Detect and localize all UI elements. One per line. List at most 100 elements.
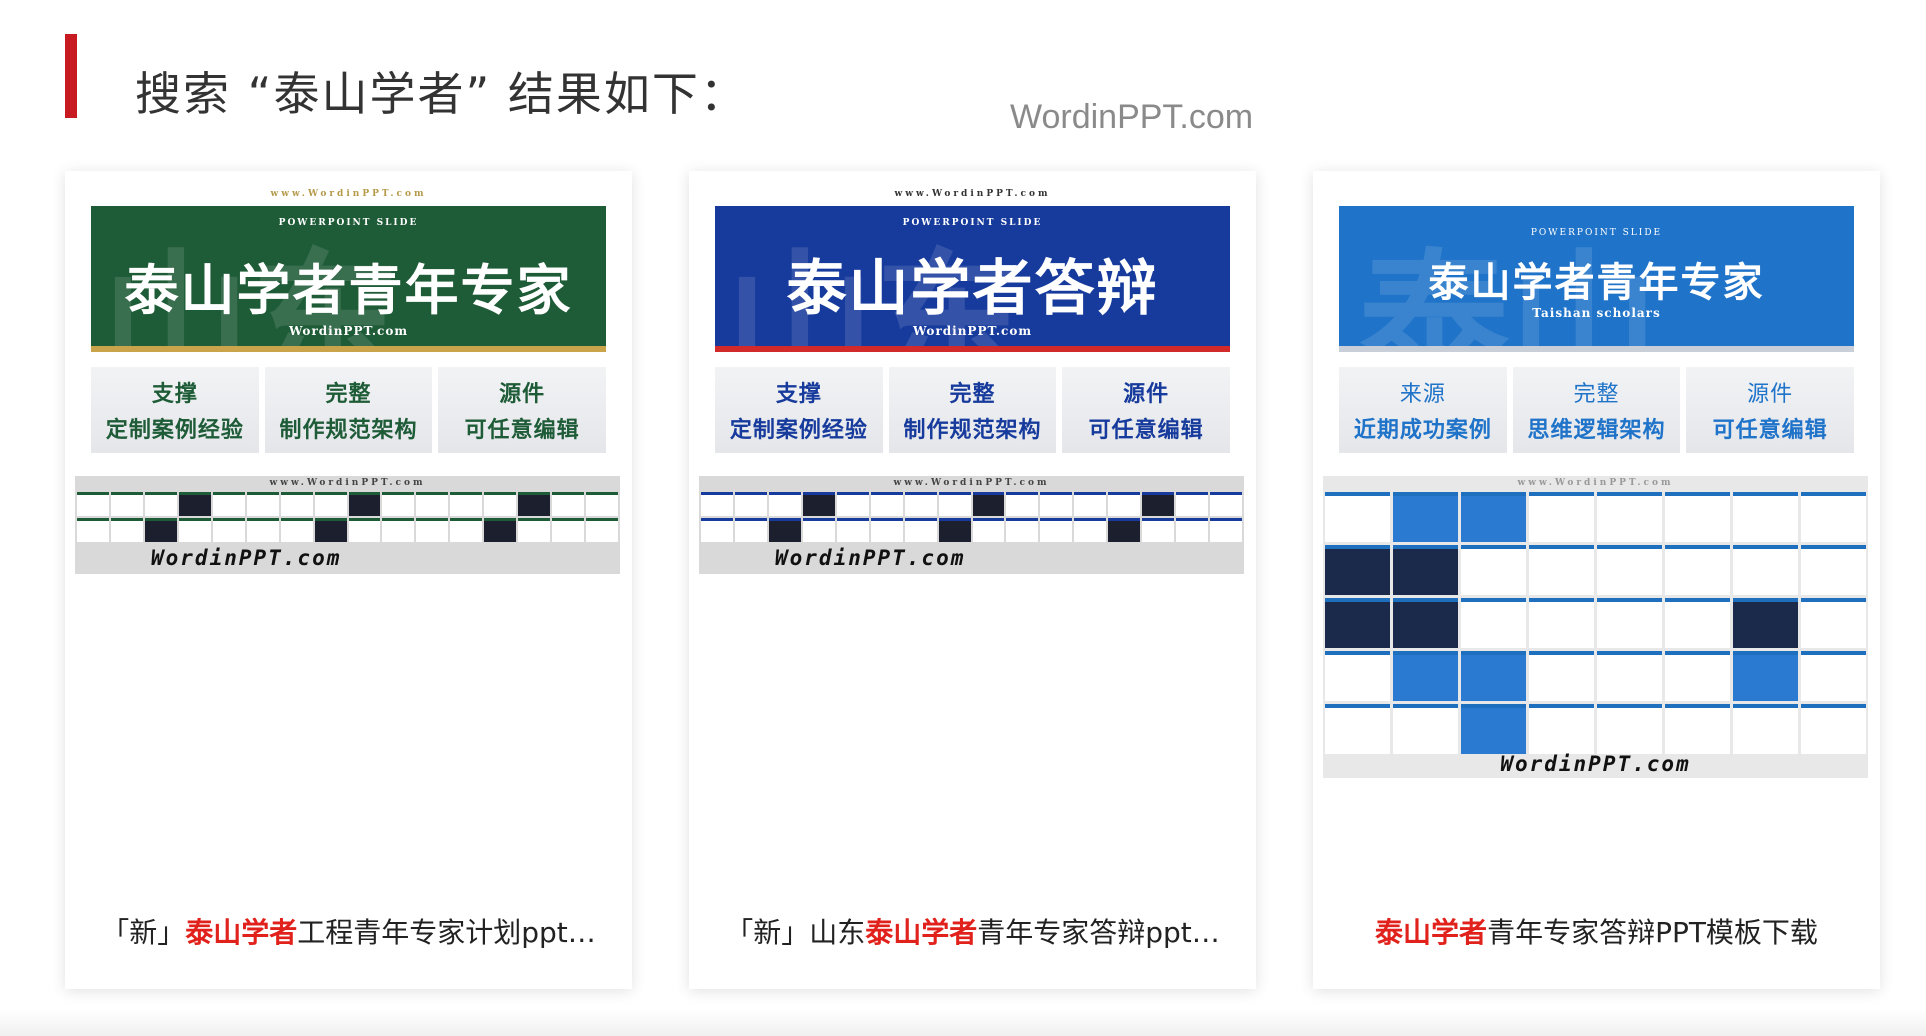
feature-box: 完整 制作规范架构 bbox=[888, 367, 1057, 453]
slide-thumbnail bbox=[1142, 492, 1175, 516]
slide-thumbnail bbox=[1142, 518, 1175, 542]
feature-title: 支撑 bbox=[151, 381, 198, 407]
feature-desc: 思维逻辑架构 bbox=[1527, 417, 1666, 443]
feature-title: 源件 bbox=[499, 381, 546, 407]
feature-desc: 可任意编辑 bbox=[1712, 417, 1828, 443]
card-banner: 山东 POWERPOINT SLIDE 泰山学者青年专家 WordinPPT.c… bbox=[91, 206, 606, 346]
slide-thumbnail bbox=[1325, 598, 1390, 648]
slide-thumbnail bbox=[314, 492, 347, 516]
slide-thumbnail bbox=[1801, 545, 1866, 595]
slide-thumbnail bbox=[484, 492, 517, 516]
slide-thumbnail bbox=[586, 492, 618, 516]
page: 搜索 “泰山学者” 结果如下： WordinPPT.com www.Wordin… bbox=[0, 0, 1926, 1036]
strip-site-label: www.WordinPPT.com bbox=[269, 478, 426, 488]
banner-stripe bbox=[1339, 346, 1854, 352]
slide-thumbnail bbox=[938, 518, 971, 542]
slide-thumbnail bbox=[1733, 598, 1798, 648]
slide-thumbnail bbox=[416, 518, 449, 542]
slide-thumbnail bbox=[1597, 598, 1662, 648]
banner-title: 泰山学者青年专家 bbox=[124, 258, 573, 322]
banner-small-label: POWERPOINT SLIDE bbox=[1530, 228, 1663, 238]
slide-thumbnail bbox=[1006, 518, 1039, 542]
slide-thumbnail bbox=[280, 518, 313, 542]
slide-thumbnail bbox=[1325, 545, 1390, 595]
slide-thumbnail bbox=[1665, 492, 1730, 542]
slide-thumbnail bbox=[212, 492, 245, 516]
slide-thumbnail bbox=[802, 492, 835, 516]
slide-thumbnail bbox=[1733, 492, 1798, 542]
banner-stripe bbox=[715, 346, 1230, 352]
slide-thumbnail bbox=[1461, 704, 1526, 754]
caption-highlight: 泰山学者 bbox=[185, 916, 298, 949]
slide-thumbnail bbox=[870, 518, 903, 542]
caption-highlight: 泰山学者 bbox=[1375, 916, 1488, 949]
card-caption[interactable]: 「新」泰山学者工程青年专家计划ppt… bbox=[65, 911, 632, 951]
slide-thumbnail bbox=[348, 492, 381, 516]
caption-prefix: 「新」山东 bbox=[725, 916, 866, 949]
card-banner: 泰山 POWERPOINT SLIDE 泰山学者青年专家 Taishan sch… bbox=[1339, 206, 1854, 346]
feature-title: 完整 bbox=[949, 381, 996, 407]
slide-thumbnail bbox=[280, 492, 313, 516]
slide-thumbnail bbox=[1325, 651, 1390, 701]
slide-thumbnail bbox=[972, 518, 1005, 542]
slide-thumbnail bbox=[1665, 598, 1730, 648]
slide-thumbnail bbox=[1108, 492, 1141, 516]
caption-prefix: 「新」 bbox=[101, 916, 186, 949]
banner-stripe bbox=[91, 346, 606, 352]
slide-thumbnail bbox=[1529, 545, 1594, 595]
slide-thumbnail bbox=[1461, 492, 1526, 542]
slide-thumbnail bbox=[552, 492, 585, 516]
slide-thumbnail bbox=[1529, 704, 1594, 754]
slide-thumbnail bbox=[1074, 492, 1107, 516]
feature-row: 支撑 定制案例经验 完整 制作规范架构 源件 可任意编辑 bbox=[91, 367, 607, 453]
slide-thumbnail bbox=[836, 492, 869, 516]
caption-suffix: 工程青年专家计划ppt… bbox=[297, 916, 596, 949]
slide-thumbnail bbox=[938, 492, 971, 516]
accent-bar bbox=[65, 34, 77, 118]
feature-title: 支撑 bbox=[775, 381, 822, 407]
slide-thumbnail bbox=[586, 518, 618, 542]
feature-desc: 制作规范架构 bbox=[279, 417, 418, 443]
slide-thumbnail bbox=[484, 518, 517, 542]
slide-thumbnail bbox=[836, 518, 869, 542]
slide-thumbnail bbox=[1210, 492, 1242, 516]
card-caption[interactable]: 「新」山东泰山学者青年专家答辩ppt… bbox=[689, 911, 1256, 951]
slide-thumbnail bbox=[734, 492, 767, 516]
feature-title: 源件 bbox=[1747, 382, 1794, 407]
caption-highlight: 泰山学者 bbox=[865, 916, 978, 949]
feature-box: 支撑 定制案例经验 bbox=[715, 367, 883, 453]
watermark: WordinPPT.com bbox=[1010, 98, 1254, 136]
page-title: 搜索 “泰山学者” 结果如下： bbox=[135, 67, 748, 121]
feature-desc: 制作规范架构 bbox=[903, 417, 1042, 443]
banner-title: 泰山学者答辩 bbox=[786, 254, 1159, 324]
banner-sub: WordinPPT.com bbox=[912, 324, 1033, 338]
result-card-2[interactable]: 泰山 POWERPOINT SLIDE 泰山学者青年专家 Taishan sch… bbox=[1313, 171, 1880, 989]
slide-thumbnail bbox=[1393, 492, 1458, 542]
slide-thumbnail bbox=[246, 492, 279, 516]
feature-box: 完整 思维逻辑架构 bbox=[1512, 367, 1681, 453]
slide-thumbnail bbox=[802, 518, 835, 542]
slide-thumbnail bbox=[518, 518, 551, 542]
slide-thumbnail bbox=[904, 492, 937, 516]
slide-thumbnail bbox=[1006, 492, 1039, 516]
slide-thumbnail bbox=[1393, 651, 1458, 701]
strip-site-label: www.WordinPPT.com bbox=[893, 478, 1050, 488]
banner-title: 泰山学者青年专家 bbox=[1428, 259, 1765, 306]
slide-thumbnail bbox=[1597, 545, 1662, 595]
result-card-0[interactable]: www.WordinPPT.com 山东 POWERPOINT SLIDE 泰山… bbox=[65, 171, 632, 989]
slide-thumbnail bbox=[1529, 598, 1594, 648]
result-card-1[interactable]: www.WordinPPT.com 山东 POWERPOINT SLIDE 泰山… bbox=[689, 171, 1256, 989]
banner-sub: WordinPPT.com bbox=[288, 324, 409, 338]
grid-watermark: WordinPPT.com bbox=[1500, 752, 1691, 776]
strip-watermark: WordinPPT.com bbox=[151, 546, 342, 570]
slide-thumbnail bbox=[552, 518, 585, 542]
card-caption[interactable]: 泰山学者青年专家答辩PPT模板下载 bbox=[1313, 911, 1880, 951]
slide-thumbnail bbox=[450, 518, 483, 542]
slide-thumbnail bbox=[904, 518, 937, 542]
slide-thumbnail bbox=[1733, 545, 1798, 595]
caption-suffix: 青年专家答辩ppt… bbox=[977, 916, 1220, 949]
feature-desc: 定制案例经验 bbox=[105, 417, 244, 443]
slide-thumbnail bbox=[77, 518, 109, 542]
feature-title: 完整 bbox=[325, 381, 372, 407]
slide-thumbnail bbox=[314, 518, 347, 542]
